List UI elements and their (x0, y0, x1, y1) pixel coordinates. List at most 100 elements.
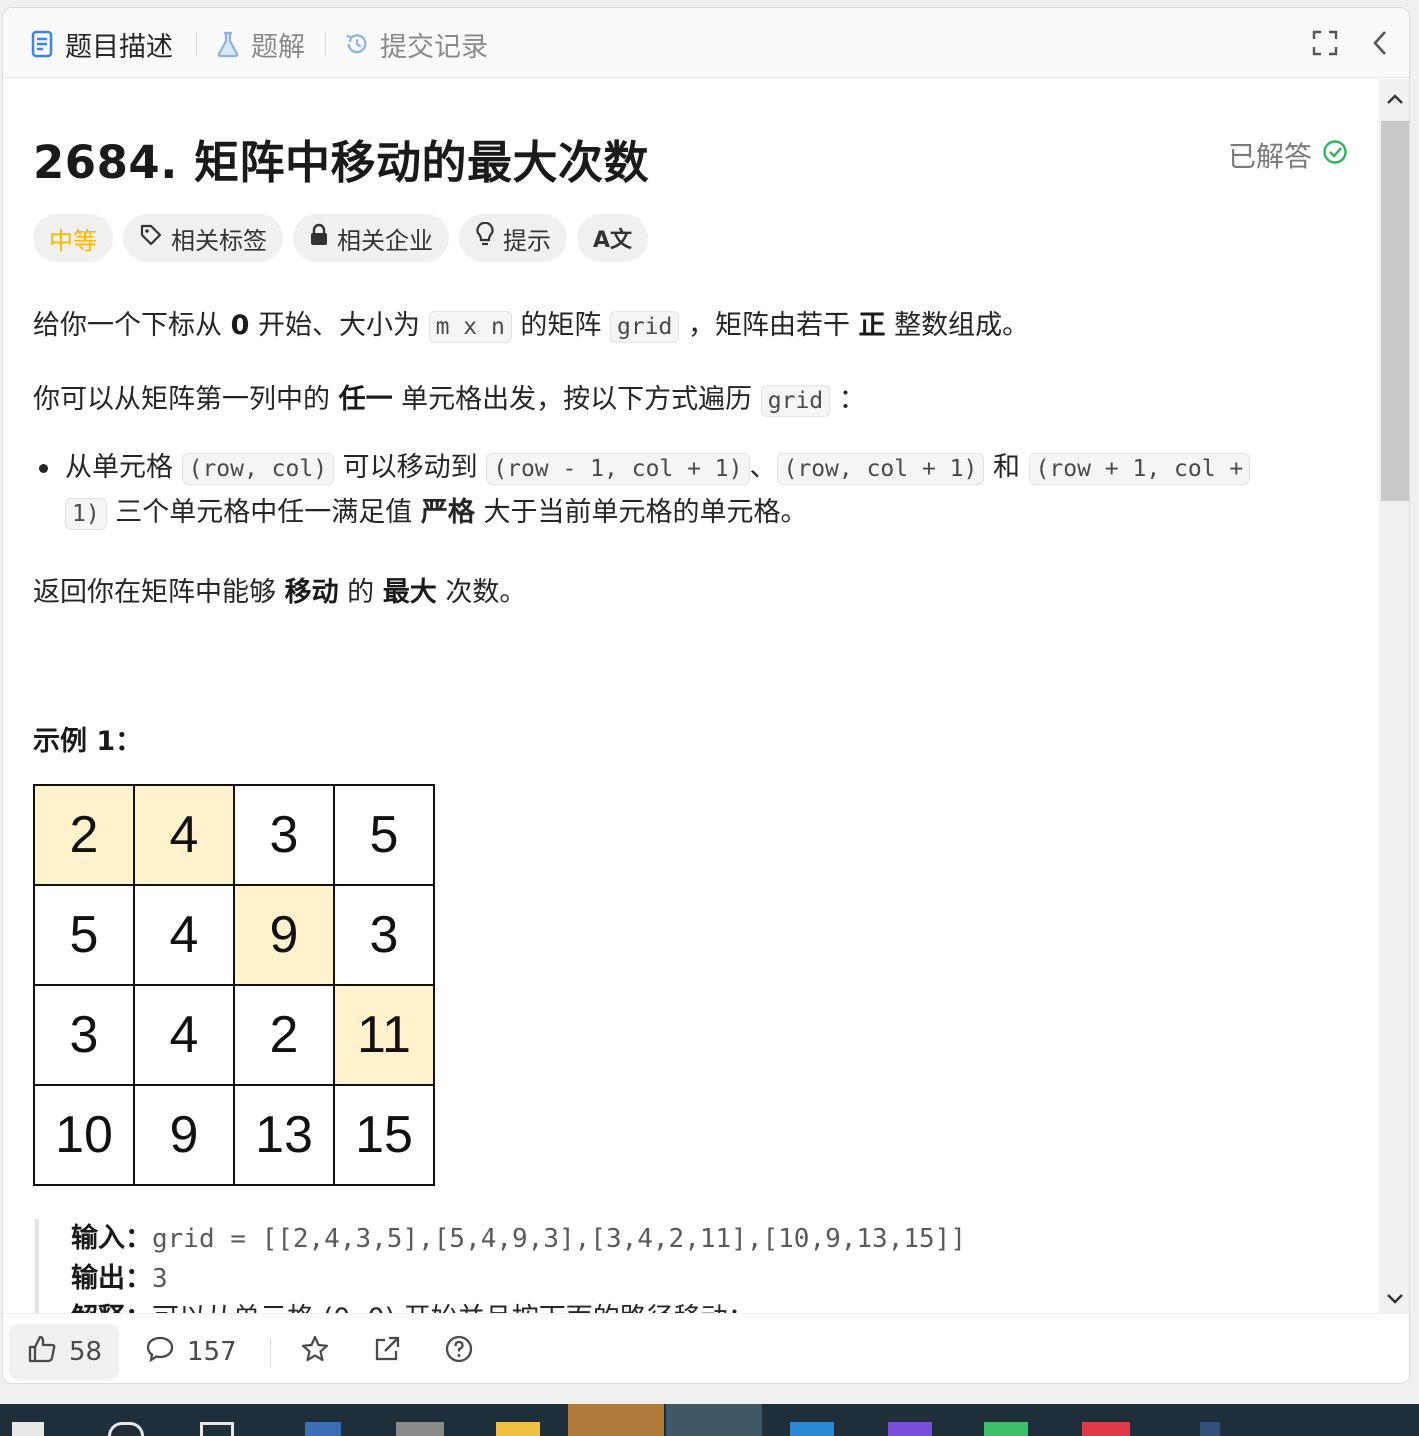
text: ： (830, 384, 866, 415)
grid-cell: 5 (35, 886, 133, 984)
scroll-down-icon[interactable] (1379, 1283, 1409, 1315)
share-button[interactable] (372, 1324, 402, 1380)
thumbs-up-icon (27, 1334, 57, 1371)
text: 、 (749, 452, 777, 483)
history-icon (344, 29, 370, 59)
bold-text: 严格 (420, 497, 475, 528)
grid-cell: 15 (335, 1086, 433, 1184)
windows-start-icon[interactable] (12, 1422, 44, 1436)
tab-submissions[interactable]: 提交记录 (344, 24, 488, 64)
action-divider (270, 1338, 271, 1368)
inline-code: 1) (65, 498, 107, 530)
text: 你可以从矩阵第一列中的 (33, 384, 339, 415)
hint-button[interactable]: 提示 (459, 214, 567, 262)
output-value: 3 (152, 1264, 168, 1294)
text: 返回你在矩阵中能够 (33, 577, 285, 608)
tab-divider (325, 32, 326, 56)
taskbar-app-icon[interactable] (396, 1422, 444, 1436)
tab-divider (196, 32, 197, 56)
taskbar-app-icon[interactable] (1200, 1422, 1220, 1436)
favorite-button[interactable] (300, 1324, 330, 1380)
related-tags-button[interactable]: 相关标签 (123, 214, 283, 262)
action-bar: 58 157 (3, 1313, 1409, 1383)
tab-submissions-label: 提交记录 (380, 31, 488, 63)
example-title: 示例 1： (33, 726, 143, 757)
taskbar-app-active[interactable] (568, 1404, 664, 1436)
like-count: 58 (69, 1337, 103, 1367)
text: 的 (338, 577, 383, 608)
taskbar-app-icon[interactable] (984, 1422, 1028, 1436)
file-explorer-icon[interactable] (496, 1422, 540, 1436)
related-tags-label: 相关标签 (171, 226, 267, 255)
grid-cell: 13 (235, 1086, 333, 1184)
fullscreen-icon[interactable] (1308, 26, 1342, 60)
related-companies-button[interactable]: 相关企业 (293, 214, 449, 262)
star-icon (300, 1334, 330, 1371)
text: 的矩阵 (511, 310, 610, 341)
question-circle-icon (444, 1334, 474, 1371)
tab-solutions-label: 题解 (251, 31, 305, 63)
text: 三个单元格中任一满足值 (106, 497, 421, 528)
translate-button[interactable]: A文 (577, 214, 649, 262)
scrollbar-thumb[interactable] (1381, 121, 1409, 501)
text: 大于当前单元格的单元格。 (474, 497, 808, 528)
tab-bar: 题目描述 题解 提交记录 (3, 8, 1409, 78)
tab-description[interactable]: 题目描述 (29, 24, 173, 64)
grid-cell: 3 (335, 886, 433, 984)
bold-text: 正 (858, 310, 886, 341)
difficulty-badge: 中等 (33, 214, 113, 262)
problem-title: 2684. 矩阵中移动的最大次数 (33, 136, 650, 189)
inline-code: (row - 1, col + 1) (486, 453, 750, 485)
problem-content: 2684. 矩阵中移动的最大次数 已解答 中等 相关标签 相关企业 提示 A文 (3, 79, 1378, 1313)
grid-cell: 9 (235, 886, 333, 984)
example-output: 输出：3 (71, 1259, 1035, 1299)
lightbulb-icon (475, 221, 495, 254)
grid-cell: 2 (35, 786, 133, 884)
text: 从单元格 (65, 452, 182, 483)
tag-icon (139, 223, 163, 253)
description-icon (29, 29, 55, 59)
rule-line-2: 1) 三个单元格中任一满足值 严格 大于当前单元格的单元格。 (65, 490, 807, 537)
inline-code: m x n (428, 311, 512, 343)
help-button[interactable] (444, 1324, 474, 1380)
taskbar-app-icon[interactable] (1082, 1422, 1130, 1436)
input-value: grid = [[2,4,3,5],[5,4,9,3],[3,4,2,11],[… (152, 1224, 966, 1254)
taskbar-app-icon[interactable] (790, 1422, 834, 1436)
explanation-label: 解释： (71, 1303, 152, 1313)
taskbar-app-icon[interactable] (888, 1422, 932, 1436)
rule-line-1: 从单元格 (row, col) 可以移动到 (row - 1, col + 1)… (65, 445, 1251, 492)
related-companies-label: 相关企业 (337, 226, 433, 255)
search-icon[interactable] (108, 1422, 144, 1436)
example-grid-image: 2 4 3 5 5 4 9 3 3 4 2 11 10 9 13 15 (33, 784, 435, 1186)
taskbar-app-icon[interactable] (305, 1422, 341, 1436)
grid-cell: 4 (135, 886, 233, 984)
taskbar-app-active[interactable] (666, 1404, 762, 1436)
comments-button[interactable]: 157 (145, 1324, 237, 1380)
example-input: 输入：grid = [[2,4,3,5],[5,4,9,3],[3,4,2,11… (71, 1219, 1035, 1259)
lock-icon (309, 223, 329, 253)
comment-count: 157 (187, 1337, 237, 1367)
bold-text: 0 (230, 310, 250, 341)
grid-cell: 9 (135, 1086, 233, 1184)
input-label: 输入： (71, 1223, 152, 1254)
text: 单元格出发，按以下方式遍历 (392, 384, 761, 415)
solved-label: 已解答 (1228, 140, 1313, 173)
bullet-dot (39, 464, 48, 473)
scroll-up-icon[interactable] (1379, 83, 1409, 115)
collapse-panel-icon[interactable] (1363, 26, 1397, 60)
tab-description-label: 题目描述 (65, 31, 173, 63)
inline-code: (row, col) (181, 453, 335, 485)
os-taskbar (0, 1404, 1419, 1436)
problem-panel: 题目描述 题解 提交记录 2684. 矩阵中移动的最大次数 已解答 中等 相关标… (2, 7, 1410, 1384)
task-view-icon[interactable] (200, 1422, 234, 1436)
like-button[interactable]: 58 (9, 1324, 119, 1380)
text: 可以移动到 (334, 452, 487, 483)
inline-code: (row + 1, col + (1028, 453, 1251, 485)
text: 和 (984, 452, 1029, 483)
example-io-block: 输入：grid = [[2,4,3,5],[5,4,9,3],[3,4,2,11… (35, 1219, 1035, 1313)
tab-solutions[interactable]: 题解 (215, 24, 305, 64)
translate-icon: A文 (593, 228, 633, 253)
grid-cell: 11 (335, 986, 433, 1084)
text: 给你一个下标从 (33, 310, 231, 341)
vertical-scrollbar[interactable] (1379, 79, 1409, 1315)
